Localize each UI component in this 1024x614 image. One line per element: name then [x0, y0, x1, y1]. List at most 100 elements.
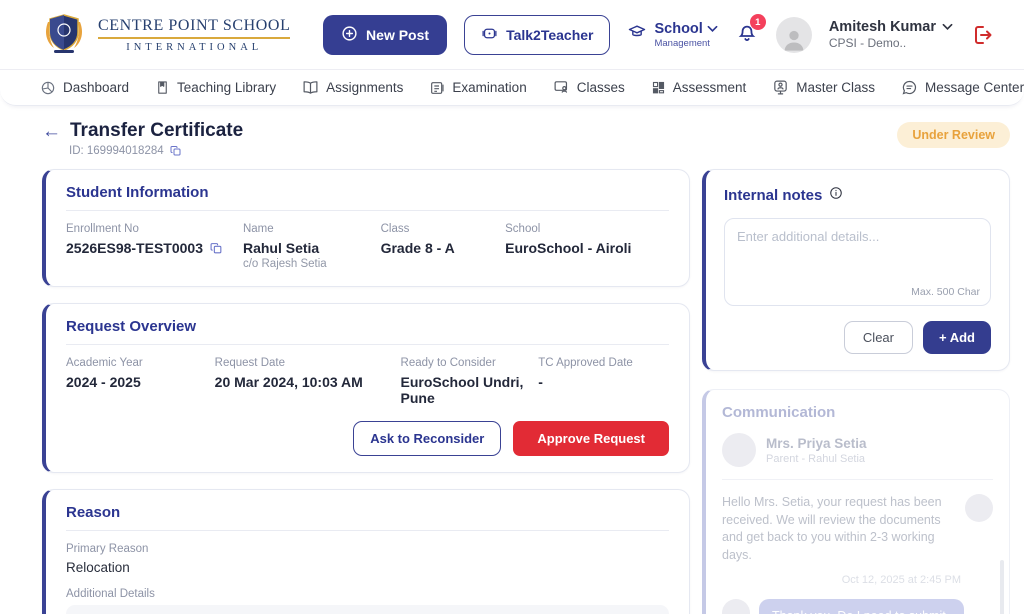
talk2teacher-label: Talk2Teacher [506, 27, 593, 43]
school-crest-icon [42, 10, 86, 59]
record-id-label: ID: 169994018284 [69, 145, 164, 157]
communication-card: Communication Mrs. Priya Setia Parent - … [702, 389, 1010, 614]
top-header: CENTRE POINT SCHOOL INTERNATIONAL New Po… [0, 0, 1024, 70]
logout-button[interactable] [970, 23, 994, 47]
field-enrollment-no: Enrollment No 2526ES98-TEST0003 [66, 223, 243, 270]
school-menu-text: School Management [654, 21, 717, 49]
school-name-line1: CENTRE POINT SCHOOL [98, 17, 290, 39]
additional-details-label: Additional Details [66, 588, 669, 600]
internal-notes-title: Internal notes [724, 187, 822, 204]
exam-list-icon [429, 80, 445, 96]
nav-item-examination[interactable]: Examination [429, 80, 526, 96]
info-icon[interactable] [829, 186, 843, 205]
logout-icon [970, 23, 994, 47]
chat-camera-icon [481, 25, 498, 45]
nav-item-classes[interactable]: Classes [553, 79, 625, 96]
school-logo-brand: CENTRE POINT SCHOOL INTERNATIONAL [42, 10, 290, 59]
primary-reason-label: Primary Reason [66, 543, 669, 555]
school-menu-sub-label: Management [654, 38, 717, 49]
dashboard-icon [40, 80, 56, 96]
presenter-icon [772, 79, 789, 96]
chevron-down-icon [942, 19, 953, 35]
field-ready-to-consider: Ready to Consider EuroSchool Undri, Pune [401, 357, 539, 406]
nav-label: Teaching Library [177, 80, 276, 95]
internal-notes-card: Internal notes Max. 500 Char Clear + Add [702, 169, 1010, 371]
field-school: School EuroSchool - Airoli [505, 223, 669, 270]
user-menu[interactable]: Amitesh Kumar CPSI - Demo.. [829, 19, 953, 50]
field-name: Name Rahul Setia c/o Rajesh Setia [243, 223, 381, 270]
graduation-cap-icon [627, 22, 647, 47]
communication-title: Communication [722, 404, 993, 421]
school-menu-label: School [654, 21, 702, 37]
page-content: ← Transfer Certificate ID: 169994018284 … [0, 106, 1024, 614]
school-name: CENTRE POINT SCHOOL INTERNATIONAL [98, 17, 290, 53]
nav-label: Classes [577, 80, 625, 95]
school-management-menu[interactable]: School Management [627, 21, 717, 49]
note-input-box: Max. 500 Char [724, 218, 991, 306]
card-title: Request Overview [66, 318, 669, 345]
card-title: Reason [66, 504, 669, 531]
nav-label: Examination [452, 80, 526, 95]
nav-item-master-class[interactable]: Master Class [772, 79, 875, 96]
contact-role: Parent - Rahul Setia [766, 453, 867, 465]
reason-card: Reason Primary Reason Relocation Additio… [42, 489, 690, 614]
parent-avatar-small [722, 599, 750, 614]
chat-bubble-icon [901, 79, 918, 96]
nav-item-dashboard[interactable]: Dashboard [40, 80, 129, 96]
new-post-label: New Post [366, 27, 429, 43]
copy-enrollment-icon[interactable] [210, 242, 223, 255]
circle-plus-icon [341, 25, 358, 45]
add-note-button[interactable]: + Add [923, 321, 991, 354]
left-column: Student Information Enrollment No 2526ES… [42, 169, 690, 614]
status-badge: Under Review [897, 122, 1010, 148]
user-avatar[interactable] [776, 17, 812, 53]
message-timestamp: Oct 12, 2025 at 2:45 PM [722, 574, 961, 586]
chevron-down-icon [707, 21, 718, 37]
nav-label: Assignments [326, 80, 403, 95]
parent-avatar [722, 433, 756, 467]
notification-bell[interactable]: 1 [735, 20, 759, 49]
nav-label: Assessment [673, 80, 747, 95]
title-block: ← Transfer Certificate ID: 169994018284 [42, 120, 243, 157]
card-title: Student Information [66, 184, 669, 211]
back-button[interactable]: ← [42, 122, 61, 141]
nav-item-assignments[interactable]: Assignments [302, 79, 403, 96]
page-title: Transfer Certificate [70, 120, 243, 142]
person-icon [780, 25, 808, 53]
bookmark-icon [155, 80, 170, 95]
communication-contact: Mrs. Priya Setia Parent - Rahul Setia [722, 433, 993, 480]
nav-item-message-center[interactable]: Message Center [901, 79, 1024, 96]
chat-scrollbar[interactable] [1000, 560, 1004, 614]
nav-label: Master Class [796, 80, 875, 95]
additional-details-value: My work transferred to Mumbai office eff… [66, 605, 669, 614]
field-class: Class Grade 8 - A [381, 223, 506, 270]
talk2teacher-button[interactable]: Talk2Teacher [464, 15, 610, 55]
internal-note-input[interactable] [725, 219, 990, 285]
max-char-hint: Max. 500 Char [911, 286, 980, 298]
student-information-card: Student Information Enrollment No 2526ES… [42, 169, 690, 287]
page-header: ← Transfer Certificate ID: 169994018284 … [42, 120, 1010, 157]
nav-item-assessment[interactable]: Assessment [651, 80, 747, 95]
message-from-parent: Thank you. Do I need to submit any addit… [722, 599, 993, 614]
field-request-date: Request Date 20 Mar 2024, 10:03 AM [215, 357, 401, 406]
field-tc-approved-date: TC Approved Date - [538, 357, 669, 406]
approve-request-button[interactable]: Approve Request [513, 421, 669, 456]
school-name-line2: INTERNATIONAL [98, 42, 290, 53]
user-name-label: Amitesh Kumar [829, 19, 936, 35]
request-overview-card: Request Overview Academic Year 2024 - 20… [42, 303, 690, 473]
app-window: CENTRE POINT SCHOOL INTERNATIONAL New Po… [0, 0, 1024, 614]
contact-name: Mrs. Priya Setia [766, 436, 867, 451]
nav-label: Dashboard [63, 80, 129, 95]
new-post-button[interactable]: New Post [323, 15, 447, 55]
copy-id-icon[interactable] [170, 145, 182, 157]
ask-to-reconsider-button[interactable]: Ask to Reconsider [353, 421, 501, 456]
nav-label: Message Center [925, 80, 1024, 95]
primary-reason-value: Relocation [66, 560, 669, 575]
main-navigation: Dashboard Teaching Library Assignments E… [0, 70, 1024, 106]
notification-count-badge: 1 [750, 14, 766, 30]
right-column: Internal notes Max. 500 Char Clear + Add [702, 169, 1010, 614]
clear-note-button[interactable]: Clear [844, 321, 913, 354]
user-org-label: CPSI - Demo.. [829, 36, 953, 50]
school-avatar [965, 494, 993, 522]
nav-item-teaching-library[interactable]: Teaching Library [155, 80, 276, 95]
